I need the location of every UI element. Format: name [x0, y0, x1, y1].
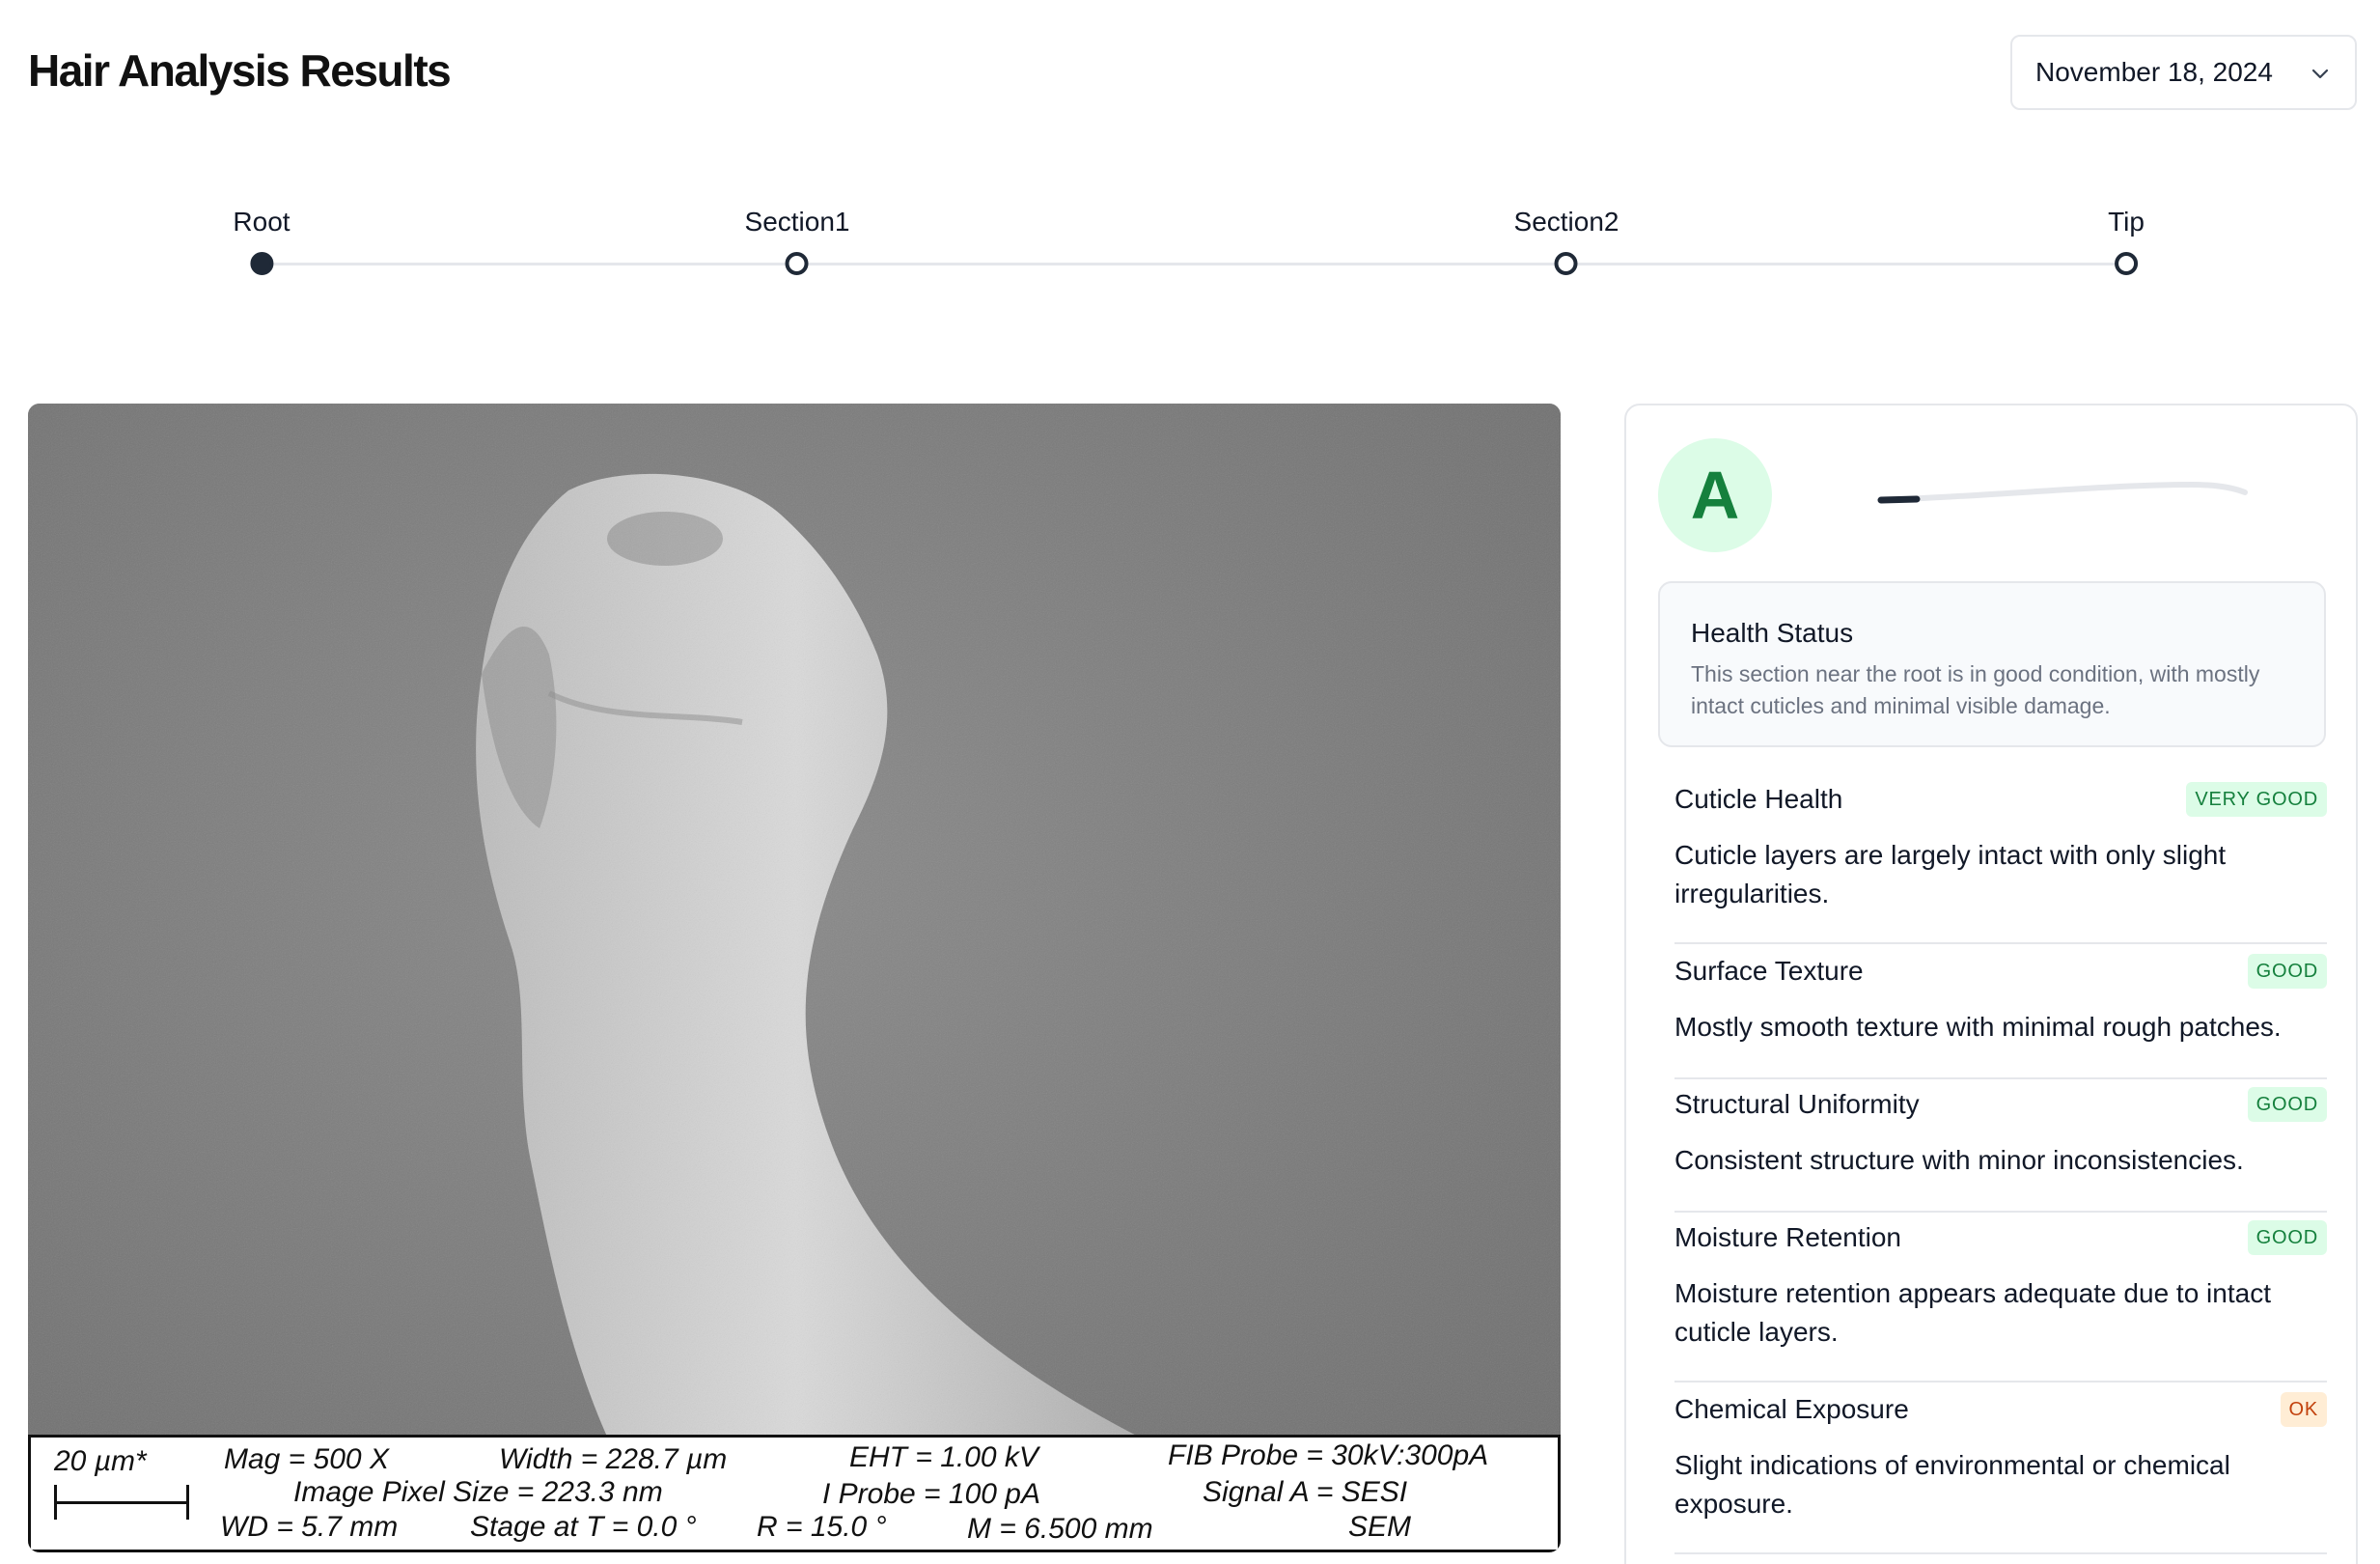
- metric-name: Chemical Exposure: [1674, 1394, 1909, 1424]
- timeline-stop-label: Section1: [744, 207, 850, 237]
- chevron-down-icon: [2311, 69, 2329, 79]
- timeline-dot[interactable]: [786, 252, 809, 275]
- sem-info-bar: 20 µm* Mag = 500 X Width = 228.7 µm Imag…: [28, 1435, 1561, 1552]
- metric-chemical-exposure: Chemical Exposure OK Slight indications …: [1674, 1392, 2327, 1554]
- metric-surface-texture: Surface Texture GOOD Mostly smooth textu…: [1674, 954, 2327, 1079]
- hair-strand-position-icon: [1877, 481, 2248, 504]
- sem-scale: 20 µm*: [54, 1445, 147, 1477]
- timeline-stop-label: Section2: [1513, 207, 1619, 237]
- metric-name: Surface Texture: [1674, 956, 1864, 986]
- timeline-stop-label: Root: [233, 207, 291, 237]
- timeline-dot[interactable]: [1555, 252, 1578, 275]
- metric-name: Moisture Retention: [1674, 1222, 1902, 1252]
- sem-r: R = 15.0 °: [757, 1511, 887, 1543]
- sem-width: Width = 228.7 µm: [499, 1443, 728, 1475]
- sem-mag: Mag = 500 X: [224, 1443, 389, 1475]
- sem-wd: WD = 5.7 mm: [220, 1511, 399, 1543]
- timeline-stop-label: Tip: [2108, 207, 2145, 237]
- metric-cuticle-health: Cuticle Health VERY GOOD Cuticle layers …: [1674, 782, 2327, 944]
- metric-rating-badge: GOOD: [2247, 1087, 2327, 1122]
- sem-fib: FIB Probe = 30kV:300pA: [1168, 1439, 1489, 1471]
- date-select[interactable]: November 18, 2024: [2010, 35, 2357, 110]
- sem-micrograph: 20 µm* Mag = 500 X Width = 228.7 µm Imag…: [28, 404, 1561, 1552]
- sem-eht: EHT = 1.00 kV: [849, 1441, 1038, 1473]
- metric-rating-badge: VERY GOOD: [2186, 782, 2327, 817]
- metric-name: Structural Uniformity: [1674, 1089, 1920, 1119]
- metric-rating-badge: GOOD: [2247, 954, 2327, 989]
- sem-pixel-size: Image Pixel Size = 223.3 nm: [293, 1476, 663, 1508]
- metric-structural-uniformity: Structural Uniformity GOOD Consistent st…: [1674, 1087, 2327, 1213]
- page-title: Hair Analysis Results: [28, 45, 452, 96]
- health-status-card: Health Status This section near the root…: [1658, 581, 2326, 747]
- metric-rating-badge: OK: [2280, 1392, 2327, 1427]
- metric-description: Moisture retention appears adequate due …: [1674, 1278, 2271, 1347]
- health-status-description: This section near the root is in good co…: [1691, 661, 2260, 718]
- analysis-panel: A Health Status This section near the ro…: [1624, 404, 2358, 1564]
- timeline-dot-active[interactable]: [250, 252, 273, 275]
- metric-description: Consistent structure with minor inconsis…: [1674, 1145, 2244, 1175]
- sem-label: SEM: [1348, 1511, 1412, 1543]
- metric-name: Cuticle Health: [1674, 784, 1843, 814]
- sem-m: M = 6.500 mm: [967, 1513, 1153, 1545]
- timeline-stop-tip[interactable]: Tip: [2108, 203, 2145, 275]
- hair-strand-image: [28, 404, 1561, 1552]
- timeline-stop-section2[interactable]: Section2: [1513, 203, 1619, 275]
- metric-description: Mostly smooth texture with minimal rough…: [1674, 1012, 2282, 1042]
- sem-iprobe: I Probe = 100 pA: [822, 1478, 1040, 1510]
- timeline-stop-section1[interactable]: Section1: [744, 203, 850, 275]
- timeline-track: [261, 263, 2125, 265]
- metric-moisture-retention: Moisture Retention GOOD Moisture retenti…: [1674, 1220, 2327, 1382]
- grade-badge: A: [1658, 438, 1772, 552]
- scale-bar: [54, 1485, 189, 1520]
- metric-description: Cuticle layers are largely intact with o…: [1674, 840, 2227, 908]
- date-select-value: November 18, 2024: [2035, 57, 2273, 87]
- sem-stage: Stage at T = 0.0 °: [470, 1511, 697, 1543]
- metric-description: Slight indications of environmental or c…: [1674, 1450, 2230, 1519]
- section-timeline: Root Section1 Section2 Tip: [0, 203, 2380, 290]
- timeline-dot[interactable]: [2114, 252, 2138, 275]
- sem-signal: Signal A = SESI: [1203, 1476, 1408, 1508]
- health-status-title: Health Status: [1691, 618, 1854, 648]
- timeline-stop-root[interactable]: Root: [233, 203, 291, 275]
- metric-rating-badge: GOOD: [2247, 1220, 2327, 1255]
